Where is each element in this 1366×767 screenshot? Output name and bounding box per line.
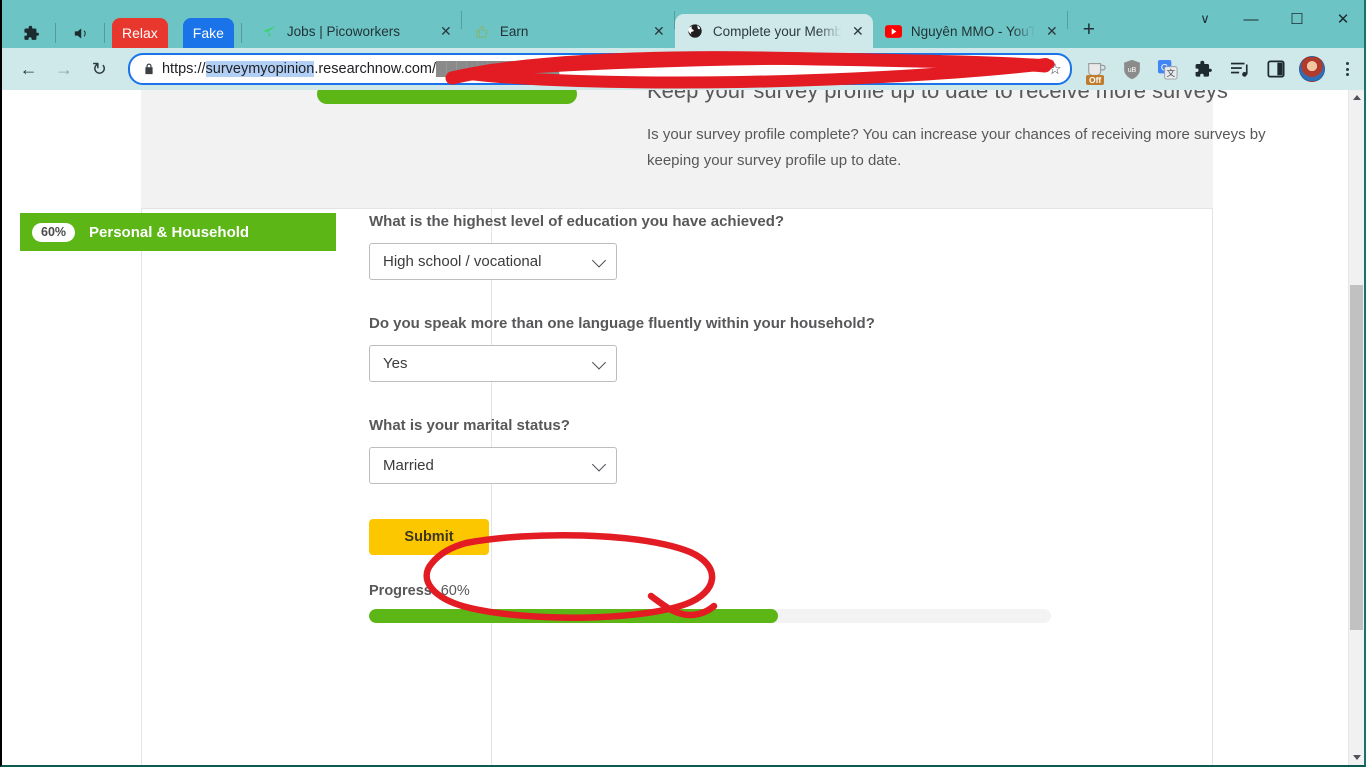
tab-title: Nguyên MMO - YouTub — [910, 23, 1035, 39]
chevron-down-icon — [591, 456, 607, 472]
youtube-icon — [884, 23, 902, 40]
divider — [240, 23, 242, 43]
url-scheme: https:// — [161, 61, 206, 77]
fake-chip[interactable]: Fake — [182, 18, 234, 48]
scrollbar-thumb[interactable] — [1350, 285, 1363, 630]
page-title: Keep your survey profile up to date to r… — [647, 90, 1228, 103]
puzzle-icon[interactable] — [1189, 54, 1219, 84]
page-subtitle: Is your survey profile complete? You can… — [647, 126, 1266, 169]
coffee-icon[interactable]: Off — [1081, 54, 1111, 85]
progress-bar-fill — [369, 609, 779, 623]
close-icon[interactable]: ✕ — [1043, 22, 1061, 40]
submit-button[interactable]: Submit — [369, 519, 489, 555]
minimize-button[interactable]: — — [1228, 0, 1274, 38]
select-value: Married — [383, 457, 434, 474]
url-host-highlighted: surveymyopinion — [205, 61, 315, 77]
select-marital-status[interactable]: Married — [369, 447, 617, 484]
close-window-button[interactable]: ✕ — [1320, 0, 1366, 38]
tab-divider — [1066, 10, 1068, 29]
profile-header-panel: Keep your survey profile up to date to r… — [141, 90, 1266, 209]
profile-form: What is the highest level of education y… — [369, 213, 1051, 623]
progress-value: 60% — [440, 583, 470, 599]
avatar-image — [1298, 56, 1325, 82]
page-viewport: Keep your survey profile up to date to r… — [2, 90, 1364, 765]
select-value: Yes — [383, 355, 408, 372]
svg-text:文: 文 — [1167, 67, 1176, 78]
window-controls: ∨ — ☐ ✕ — [1182, 0, 1366, 38]
progress-prefix: Progress: — [369, 583, 437, 599]
category-sidebar: 60% Personal & Household — [20, 213, 336, 251]
header-green-pill — [317, 90, 577, 104]
sidebar-item-personal-household[interactable]: 60% Personal & Household — [20, 213, 336, 251]
select-languages[interactable]: Yes — [369, 345, 617, 382]
relax-chip[interactable]: Relax — [112, 18, 168, 48]
select-value: High school / vocational — [383, 253, 542, 270]
select-wrap-languages: Yes — [369, 345, 1049, 382]
tab-earn[interactable]: Earn ✕ — [462, 14, 674, 48]
progress-bar — [369, 609, 1051, 623]
chevron-down-icon — [591, 252, 607, 268]
back-icon[interactable]: ← — [14, 52, 43, 86]
select-wrap-education: High school / vocational — [369, 243, 1049, 280]
extension-tray: Off uB G 文 — [1078, 54, 1366, 85]
url-redacted-tail: ████████████ — [436, 61, 560, 77]
sidebar-item-label: Personal & Household — [89, 223, 250, 241]
tab-title: Earn — [499, 23, 529, 39]
question-label-education: What is the highest level of education y… — [369, 213, 785, 230]
tab-jobs-picoworkers[interactable]: Jobs | Picoworkers ✕ — [249, 14, 461, 48]
scroll-down-icon[interactable] — [1349, 750, 1364, 765]
maximize-button[interactable]: ☐ — [1274, 0, 1320, 38]
svg-text:uB: uB — [1128, 67, 1137, 74]
puzzle-icon[interactable] — [14, 18, 48, 48]
avatar[interactable] — [1297, 54, 1327, 84]
panel-icon[interactable] — [1261, 54, 1291, 84]
reload-icon[interactable]: ↻ — [85, 52, 114, 86]
lock-icon[interactable] — [136, 62, 162, 76]
close-icon[interactable]: ✕ — [650, 22, 668, 40]
divider — [104, 23, 105, 43]
playlist-icon[interactable] — [1225, 54, 1255, 84]
tab-strip: Relax Fake Jobs | Picoworkers ✕ Earn ✕ C… — [0, 0, 1366, 48]
url-text[interactable]: https://surveymyopinion.researchnow.com/… — [162, 61, 1040, 77]
tab-title: Complete your Member — [712, 23, 841, 39]
new-tab-button[interactable]: + — [1074, 15, 1104, 45]
select-education[interactable]: High school / vocational — [369, 243, 617, 280]
chevron-down-icon[interactable]: ∨ — [1182, 0, 1228, 38]
question-label-languages: Do you speak more than one language flue… — [369, 315, 875, 332]
paper-plane-icon — [261, 23, 278, 40]
bookmark-star-icon[interactable]: ☆ — [1040, 60, 1070, 78]
extension-badge: Off — [1085, 75, 1105, 85]
browser-toolbar: ← → ↻ https://surveymyopinion.researchno… — [0, 48, 1366, 90]
tab-title: Jobs | Picoworkers — [286, 23, 400, 39]
tabstrip-widgets: Relax Fake — [0, 0, 249, 48]
select-wrap-marital-status: Married — [369, 447, 1049, 484]
speaker-icon[interactable] — [63, 18, 97, 48]
divider — [55, 23, 56, 43]
page-content: Keep your survey profile up to date to r… — [2, 90, 1349, 765]
close-icon[interactable]: ✕ — [849, 22, 867, 40]
thumbs-up-icon — [474, 23, 491, 40]
shield-icon[interactable]: uB — [1117, 54, 1147, 84]
progress-label: Progress: 60% — [369, 583, 1049, 599]
page-scrollbar[interactable] — [1348, 90, 1364, 765]
scroll-up-icon[interactable] — [1349, 90, 1364, 105]
tab-nguyen-mmo-youtube[interactable]: Nguyên MMO - YouTub ✕ — [873, 14, 1067, 48]
chevron-down-icon — [591, 354, 607, 370]
status-badge: 60% — [32, 222, 76, 242]
url-host-rest: .researchnow.com/ — [314, 61, 437, 77]
address-bar[interactable]: https://surveymyopinion.researchnow.com/… — [127, 53, 1072, 85]
globe-icon — [687, 23, 704, 40]
kebab-dots — [1346, 62, 1350, 76]
tab-complete-your-membership[interactable]: Complete your Member ✕ — [674, 14, 873, 48]
question-label-marital-status: What is your marital status? — [369, 417, 570, 434]
submit-row: Submit — [369, 519, 1049, 555]
forward-icon[interactable]: → — [49, 52, 78, 86]
kebab-icon[interactable] — [1333, 54, 1363, 84]
browser-window: Relax Fake Jobs | Picoworkers ✕ Earn ✕ C… — [0, 0, 1366, 767]
close-icon[interactable]: ✕ — [437, 22, 455, 40]
translate-icon[interactable]: G 文 — [1153, 54, 1183, 84]
